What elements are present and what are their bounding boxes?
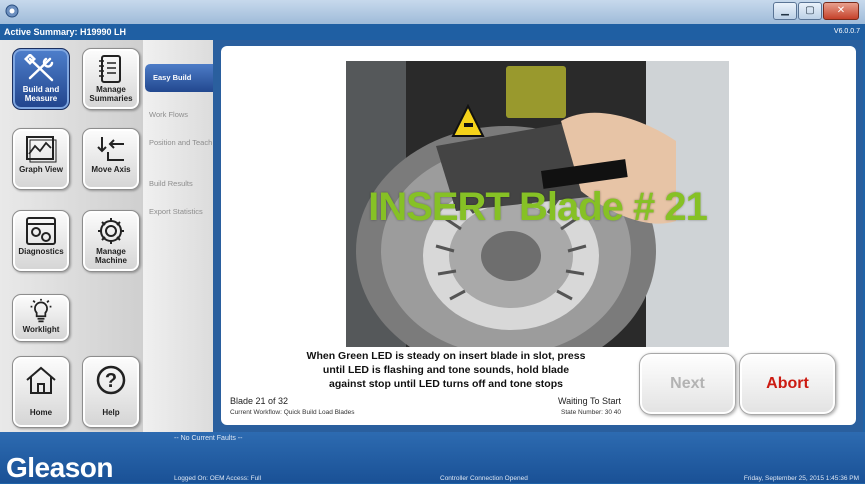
- instruction-text: When Green LED is steady on insert blade…: [281, 349, 611, 391]
- status-text: Waiting To Start: [557, 396, 621, 406]
- diagnostics-button[interactable]: Diagnostics: [12, 210, 70, 272]
- step-navigation: Easy Build Work Flows Position and Teach…: [143, 40, 229, 432]
- login-status: Logged On: OEM Access: Full: [174, 475, 262, 482]
- graph-view-button[interactable]: Graph View: [12, 128, 70, 190]
- tool-label: Home: [29, 408, 53, 417]
- abort-button[interactable]: Abort: [739, 353, 836, 415]
- tool-label: Help: [102, 408, 120, 417]
- step-export-statistics[interactable]: Export Statistics: [149, 207, 213, 217]
- window-titlebar: ▁ ▢ ✕: [0, 0, 865, 24]
- version-label: V6.0.0.7: [833, 28, 860, 35]
- home-button[interactable]: Home: [12, 356, 70, 428]
- tool-label: Move Axis: [91, 165, 131, 174]
- maximize-button[interactable]: ▢: [798, 2, 822, 20]
- status-footer: -- No Current Faults -- Gleason Logged O…: [0, 432, 865, 483]
- wrench-screwdriver-icon: [24, 54, 54, 82]
- tool-label: Worklight: [22, 325, 60, 334]
- help-button[interactable]: ? Help: [82, 356, 140, 428]
- main-panel: INSERT Blade # 21 When Green LED is stea…: [213, 40, 863, 432]
- tool-label: Manage Summaries: [89, 85, 133, 103]
- step-work-flows[interactable]: Work Flows: [149, 110, 213, 120]
- tool-label: Manage Machine: [94, 247, 127, 265]
- step-build-results[interactable]: Build Results: [149, 179, 213, 189]
- next-button[interactable]: Next: [639, 353, 736, 415]
- connection-status: Controller Connection Opened: [440, 475, 528, 482]
- svg-text:?: ?: [105, 370, 117, 392]
- date-time: Friday, September 25, 2015 1:45:36 PM: [743, 475, 859, 482]
- minimize-button[interactable]: ▁: [773, 2, 797, 20]
- app-icon: [5, 4, 19, 18]
- blade-count: Blade 21 of 32: [230, 396, 289, 406]
- help-icon: ?: [96, 365, 126, 395]
- instruction-line: until LED is flashing and tone sounds, h…: [322, 364, 570, 376]
- instruction-photo: INSERT Blade # 21: [346, 61, 729, 347]
- state-number: State Number: 30 40: [561, 409, 621, 416]
- easy-build-content: INSERT Blade # 21 When Green LED is stea…: [221, 46, 856, 425]
- light-bulb-icon: [30, 298, 52, 323]
- manage-machine-button[interactable]: Manage Machine: [82, 210, 140, 272]
- worklight-button[interactable]: Worklight: [12, 294, 70, 342]
- graph-icon: [26, 136, 57, 163]
- close-button[interactable]: ✕: [823, 2, 859, 20]
- home-icon: [26, 366, 56, 394]
- move-axis-icon: [97, 137, 124, 161]
- active-summary-bar: Active Summary: H19990 LH V6.0.0.7: [0, 24, 865, 40]
- active-summary-title: Active Summary: H19990 LH: [4, 27, 127, 37]
- brand-logo: Gleason: [6, 452, 113, 483]
- diagnostics-gear-icon: [26, 217, 56, 245]
- gear-icon: [98, 218, 124, 244]
- instruction-line: When Green LED is steady on insert blade…: [306, 350, 586, 362]
- current-workflow: Current Workflow: Quick Build Load Blade…: [230, 409, 355, 416]
- tool-label: Build and Measure: [22, 85, 60, 103]
- main-toolbar: Build and Measure Manage Summaries Graph…: [0, 40, 143, 432]
- notebook-icon: [99, 55, 121, 83]
- move-axis-button[interactable]: Move Axis: [82, 128, 140, 190]
- manage-summaries-button[interactable]: Manage Summaries: [82, 48, 140, 110]
- step-position-and-teach[interactable]: Position and Teach: [149, 138, 213, 148]
- build-and-measure-button[interactable]: Build and Measure: [12, 48, 70, 110]
- tool-label: Diagnostics: [18, 247, 64, 256]
- instruction-line: against stop until LED turns off and ton…: [329, 378, 563, 390]
- faults-status: -- No Current Faults --: [174, 435, 243, 442]
- tool-label: Graph View: [19, 165, 63, 174]
- insert-blade-overlay: INSERT Blade # 21: [368, 185, 708, 229]
